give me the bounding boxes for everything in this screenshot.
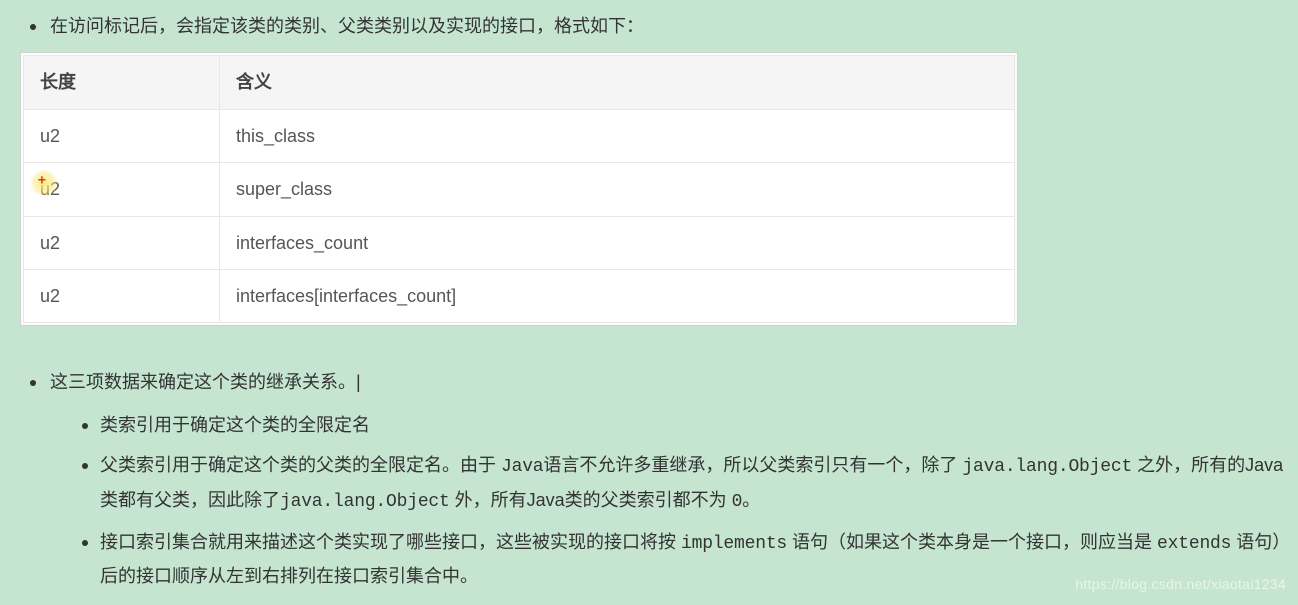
sub-item-super-index: 父类索引用于确定这个类的父类的全限定名。由于 Java语言不允许多重继承，所以父… xyxy=(100,449,1288,518)
class-format-table-wrapper: 长度 含义 u2 this_class + u2 super_class u2 … xyxy=(20,52,1018,326)
code-object1: java.lang.Object xyxy=(962,457,1132,477)
sub-item-class-index: 类索引用于确定这个类的全限定名 xyxy=(100,409,1288,441)
sub-list: 类索引用于确定这个类的全限定名 父类索引用于确定这个类的父类的全限定名。由于 J… xyxy=(50,409,1288,593)
table-row: u2 interfaces_count xyxy=(24,216,1015,269)
text-part: 父类索引用于确定这个类的父类的全限定名。由于 xyxy=(100,455,501,475)
cell-length-text: u2 xyxy=(40,179,60,199)
top-list: 在访问标记后，会指定该类的类别、父类类别以及实现的接口，格式如下： xyxy=(10,10,1288,42)
details-list: 这三项数据来确定这个类的继承关系。 类索引用于确定这个类的全限定名 父类索引用于… xyxy=(10,366,1288,592)
table-row: u2 this_class xyxy=(24,109,1015,162)
cell-length: u2 xyxy=(24,269,220,322)
table-row: u2 interfaces[interfaces_count] xyxy=(24,269,1015,322)
text-part: 语句（如果这个类本身是一个接口，则应当是 xyxy=(787,532,1157,552)
text-part: 。 xyxy=(742,490,760,510)
inheritance-text: 这三项数据来确定这个类的继承关系。 xyxy=(50,372,361,392)
text-part: 外，所有Java类的父类索引都不为 xyxy=(450,490,732,510)
cell-length: u2 xyxy=(24,216,220,269)
intro-text: 在访问标记后，会指定该类的类别、父类类别以及实现的接口，格式如下： xyxy=(50,16,644,36)
inheritance-bullet: 这三项数据来确定这个类的继承关系。 类索引用于确定这个类的全限定名 父类索引用于… xyxy=(50,366,1288,592)
cell-meaning: interfaces_count xyxy=(220,216,1015,269)
table-row: + u2 super_class xyxy=(24,163,1015,216)
cell-meaning: super_class xyxy=(220,163,1015,216)
sub-item-text: 类索引用于确定这个类的全限定名 xyxy=(100,415,370,435)
code-object2: java.lang.Object xyxy=(280,492,450,512)
cell-length-highlighted: + u2 xyxy=(24,163,220,216)
watermark-text: https://blog.csdn.net/xiaotai1234 xyxy=(1075,572,1286,597)
table-header-row: 长度 含义 xyxy=(24,56,1015,109)
header-length: 长度 xyxy=(24,56,220,109)
code-zero: 0 xyxy=(732,492,743,512)
code-implements: implements xyxy=(681,534,787,554)
code-extends: extends xyxy=(1157,534,1231,554)
cell-length: u2 xyxy=(24,109,220,162)
intro-bullet: 在访问标记后，会指定该类的类别、父类类别以及实现的接口，格式如下： xyxy=(50,10,1288,42)
text-part: 语言不允许多重继承，所以父类索引只有一个，除了 xyxy=(543,455,962,475)
header-meaning: 含义 xyxy=(220,56,1015,109)
text-part: 接口索引集合就用来描述这个类实现了哪些接口，这些被实现的接口将按 xyxy=(100,532,681,552)
cell-meaning: interfaces[interfaces_count] xyxy=(220,269,1015,322)
class-format-table: 长度 含义 u2 this_class + u2 super_class u2 … xyxy=(23,55,1015,323)
code-java: Java xyxy=(501,457,543,477)
cell-meaning: this_class xyxy=(220,109,1015,162)
